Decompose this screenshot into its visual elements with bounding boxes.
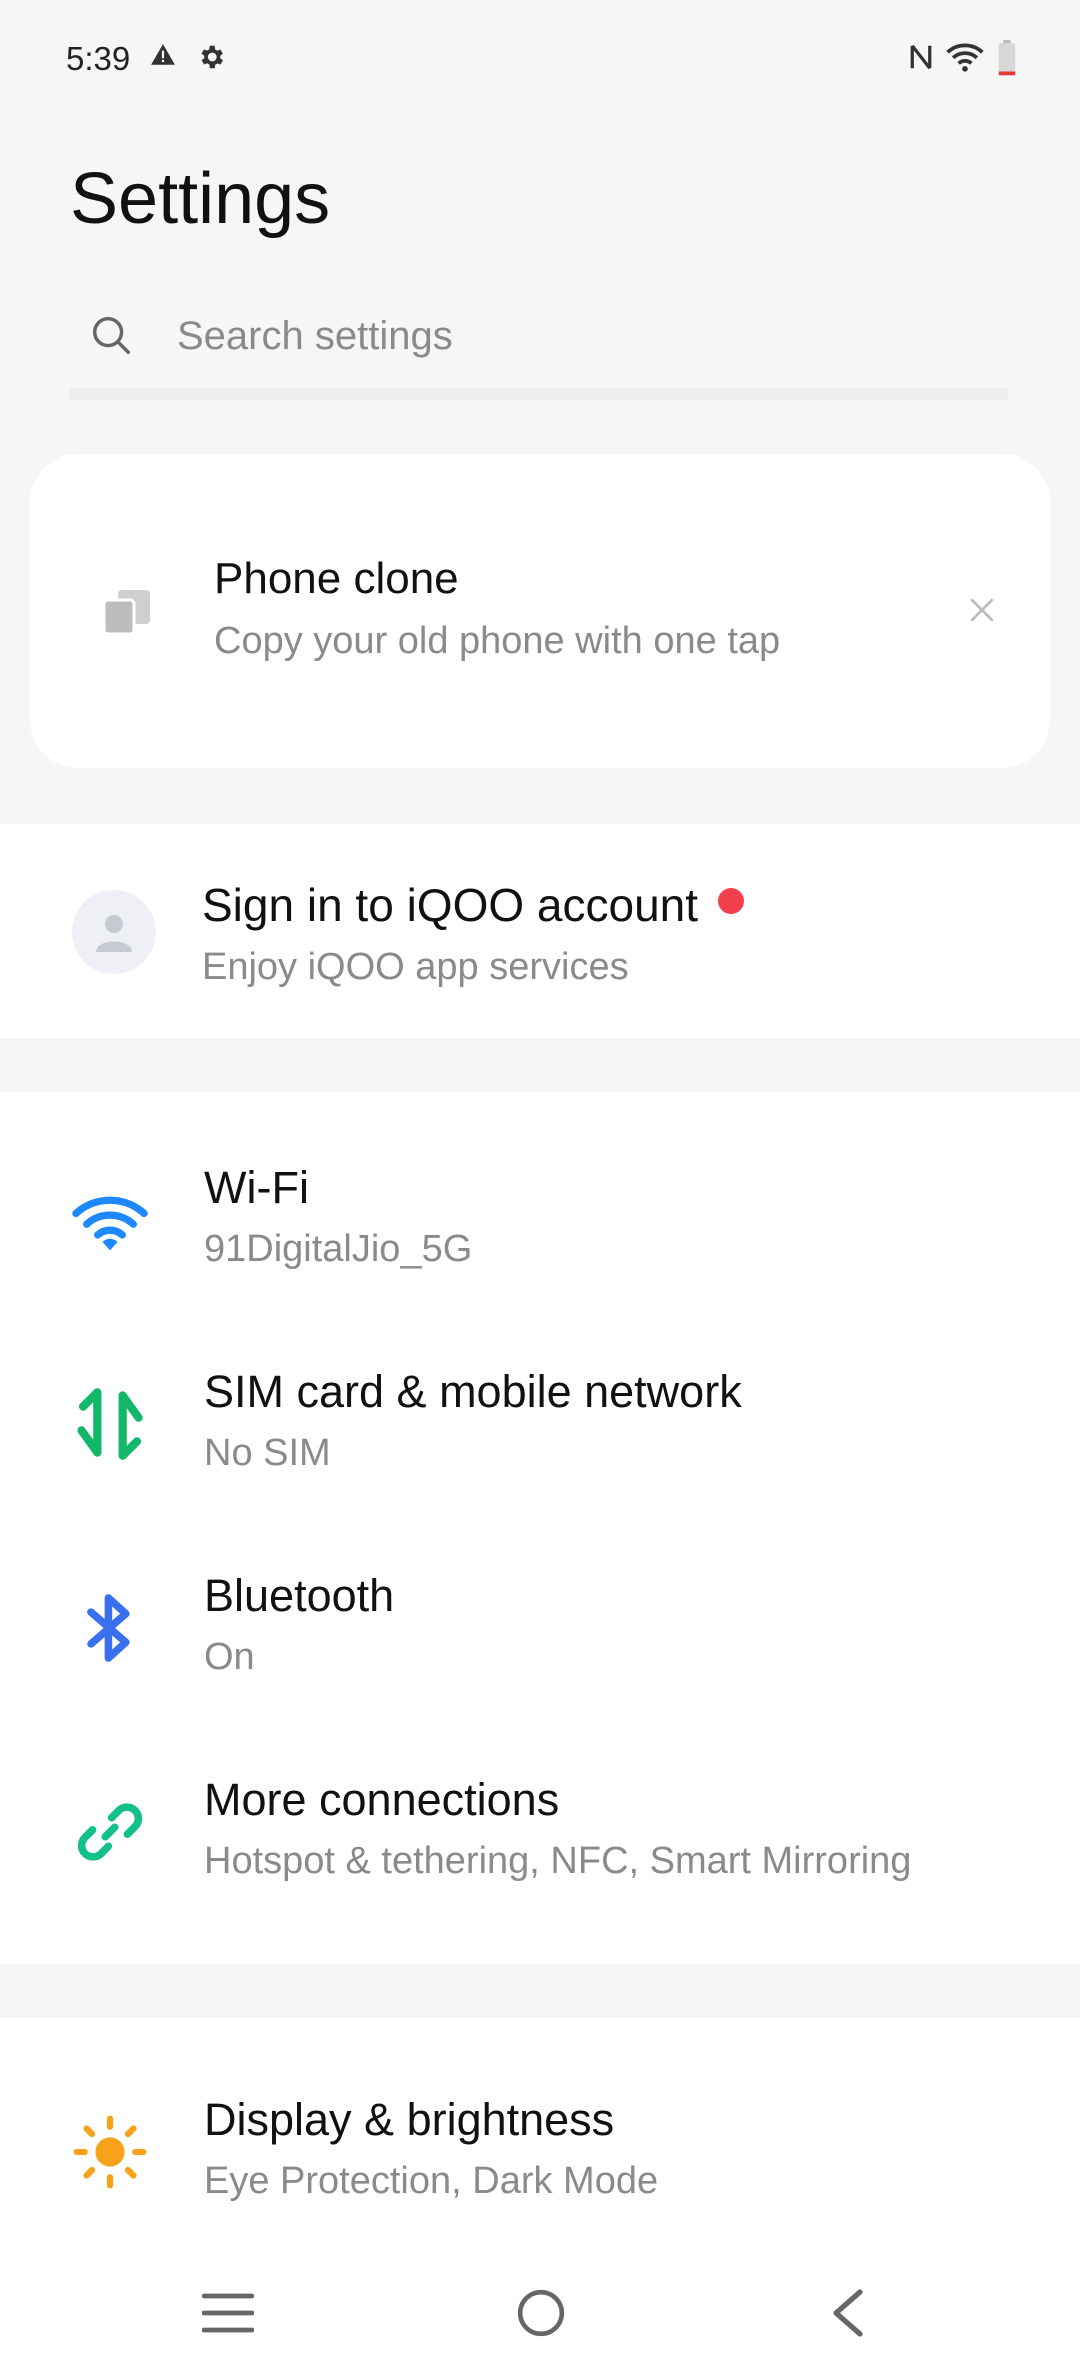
settings-item-sim[interactable]: SIM card & mobile network No SIM xyxy=(0,1366,1080,1566)
account-title: Sign in to iQOO account xyxy=(202,879,699,931)
phone-clone-title: Phone clone xyxy=(214,554,459,603)
bluetooth-icon xyxy=(72,1588,152,1668)
avatar xyxy=(72,890,156,974)
wifi-title: Wi-Fi xyxy=(204,1162,309,1213)
connections-section: Wi-Fi 91DigitalJio_5G SIM card & mobile … xyxy=(0,1092,1080,1964)
nfc-icon xyxy=(908,42,934,77)
phone-clone-card[interactable]: Phone clone Copy your old phone with one… xyxy=(30,454,1050,768)
settings-item-wifi[interactable]: Wi-Fi 91DigitalJio_5G xyxy=(0,1162,1080,1362)
more-connections-subtitle: Hotspot & tethering, NFC, Smart Mirrorin… xyxy=(204,1840,912,1882)
bluetooth-subtitle: On xyxy=(204,1636,255,1678)
wifi-icon xyxy=(946,42,984,77)
account-subtitle: Enjoy iQOO app services xyxy=(202,946,629,988)
settings-gear-icon xyxy=(196,42,226,77)
phone-clone-subtitle: Copy your old phone with one tap xyxy=(214,620,781,662)
menu-icon[interactable] xyxy=(202,2292,254,2334)
person-icon xyxy=(96,915,132,952)
display-section: Display & brightness Eye Protection, Dar… xyxy=(0,2018,1080,2236)
more-connections-title: More connections xyxy=(204,1774,560,1825)
account-sign-in-row[interactable]: Sign in to iQOO account Enjoy iQOO app s… xyxy=(0,824,1080,1038)
bluetooth-title: Bluetooth xyxy=(204,1570,395,1621)
back-icon[interactable] xyxy=(830,2288,866,2338)
sim-title: SIM card & mobile network xyxy=(204,1366,742,1417)
notification-badge xyxy=(718,888,744,914)
status-time: 5:39 xyxy=(66,40,131,77)
search-icon xyxy=(88,312,134,363)
mobile-data-icon xyxy=(72,1386,152,1466)
navigation-bar xyxy=(0,2236,1080,2376)
home-icon[interactable] xyxy=(516,2288,566,2338)
sun-icon xyxy=(72,2114,152,2194)
alert-icon xyxy=(150,42,176,73)
search-bar[interactable]: Search settings xyxy=(70,296,1008,400)
search-input[interactable]: Search settings xyxy=(177,314,453,359)
wifi-subtitle: 91DigitalJio_5G xyxy=(204,1228,473,1270)
battery-low-icon xyxy=(998,40,1016,81)
link-icon xyxy=(72,1792,152,1872)
settings-item-bluetooth[interactable]: Bluetooth On xyxy=(0,1570,1080,1770)
status-bar: 5:39 xyxy=(0,0,1080,120)
settings-item-more-connections[interactable]: More connections Hotspot & tethering, NF… xyxy=(0,1774,1080,1974)
phone-clone-icon xyxy=(100,588,156,643)
page-title: Settings xyxy=(70,159,331,239)
display-subtitle: Eye Protection, Dark Mode xyxy=(204,2160,659,2202)
wifi-icon xyxy=(72,1192,152,1272)
sim-subtitle: No SIM xyxy=(204,1432,331,1474)
display-title: Display & brightness xyxy=(204,2094,615,2145)
close-icon[interactable] xyxy=(966,594,998,631)
